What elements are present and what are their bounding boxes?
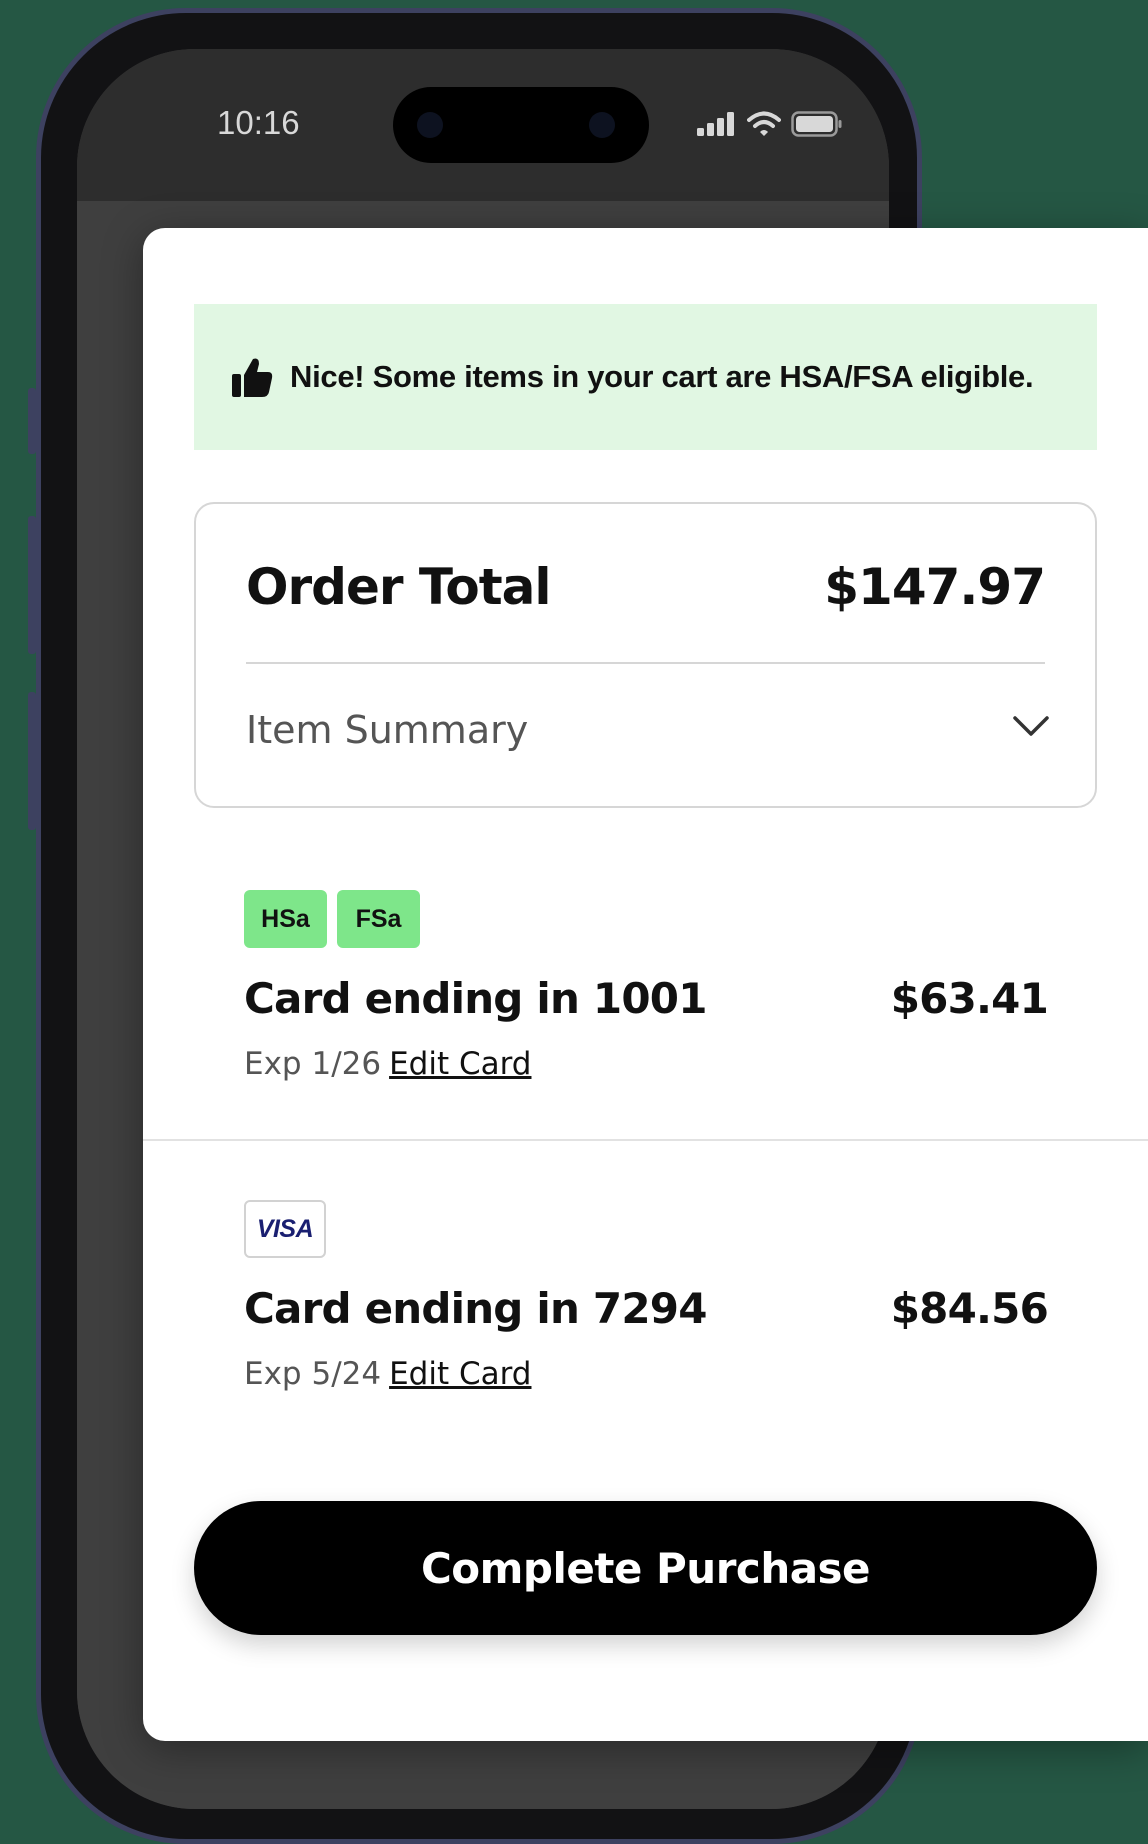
payment-card-7294: VISA Card ending in 7294 $84.56 Exp 5/24…: [244, 1200, 1049, 1392]
edit-card-link[interactable]: Edit Card: [389, 1356, 531, 1392]
battery-icon: [791, 111, 842, 137]
volume-down-button: [28, 692, 36, 830]
card-expiry-line: Exp 1/26 Edit Card: [244, 1046, 531, 1082]
edit-card-link[interactable]: Edit Card: [389, 1046, 531, 1082]
order-total-amount: $147.97: [824, 558, 1046, 616]
checkout-sheet: Nice! Some items in your cart are HSA/FS…: [143, 228, 1148, 1741]
fsa-badge: FSa: [337, 890, 420, 948]
chevron-down-icon[interactable]: [1011, 714, 1051, 738]
visa-logo-badge: VISA: [244, 1200, 326, 1258]
status-bar: 10:16: [77, 49, 889, 201]
banner-text: Nice! Some items in your cart are HSA/FS…: [290, 359, 1034, 394]
status-time: 10:16: [217, 104, 300, 141]
sensor-icon: [589, 112, 615, 138]
card-expiry-line: Exp 5/24 Edit Card: [244, 1356, 531, 1392]
divider: [143, 1139, 1148, 1141]
payment-card-1001: HSa FSa Card ending in 1001 $63.41 Exp 1…: [244, 890, 1049, 1082]
order-total-label: Order Total: [246, 558, 552, 616]
action-button: [28, 388, 36, 454]
card-name: Card ending in 1001: [244, 974, 707, 1023]
card-badges: HSa FSa: [244, 890, 1048, 948]
hsa-fsa-eligibility-banner: Nice! Some items in your cart are HSA/FS…: [194, 304, 1097, 450]
thumbs-up-icon: [232, 358, 273, 397]
card-badges: VISA: [244, 1200, 1048, 1258]
card-amount: $84.56: [890, 1284, 1049, 1333]
card-expiry: Exp 5/24: [244, 1356, 382, 1392]
card-amount: $63.41: [890, 974, 1049, 1023]
dynamic-island: [393, 87, 649, 163]
complete-purchase-button[interactable]: Complete Purchase: [194, 1501, 1097, 1635]
card-line: Card ending in 7294 $84.56: [244, 1284, 1049, 1333]
hsa-badge: HSa: [244, 890, 327, 948]
camera-icon: [417, 112, 443, 138]
card-line: Card ending in 1001 $63.41: [244, 974, 1049, 1023]
wifi-icon: [747, 111, 781, 136]
cellular-signal-icon: [697, 112, 734, 136]
item-summary-toggle[interactable]: Item Summary: [246, 708, 528, 752]
volume-up-button: [28, 516, 36, 654]
order-total-card: Order Total $147.97 Item Summary: [194, 502, 1097, 808]
status-icons: [697, 111, 843, 137]
divider: [246, 662, 1045, 664]
card-name: Card ending in 7294: [244, 1284, 707, 1333]
card-expiry: Exp 1/26: [244, 1046, 382, 1082]
